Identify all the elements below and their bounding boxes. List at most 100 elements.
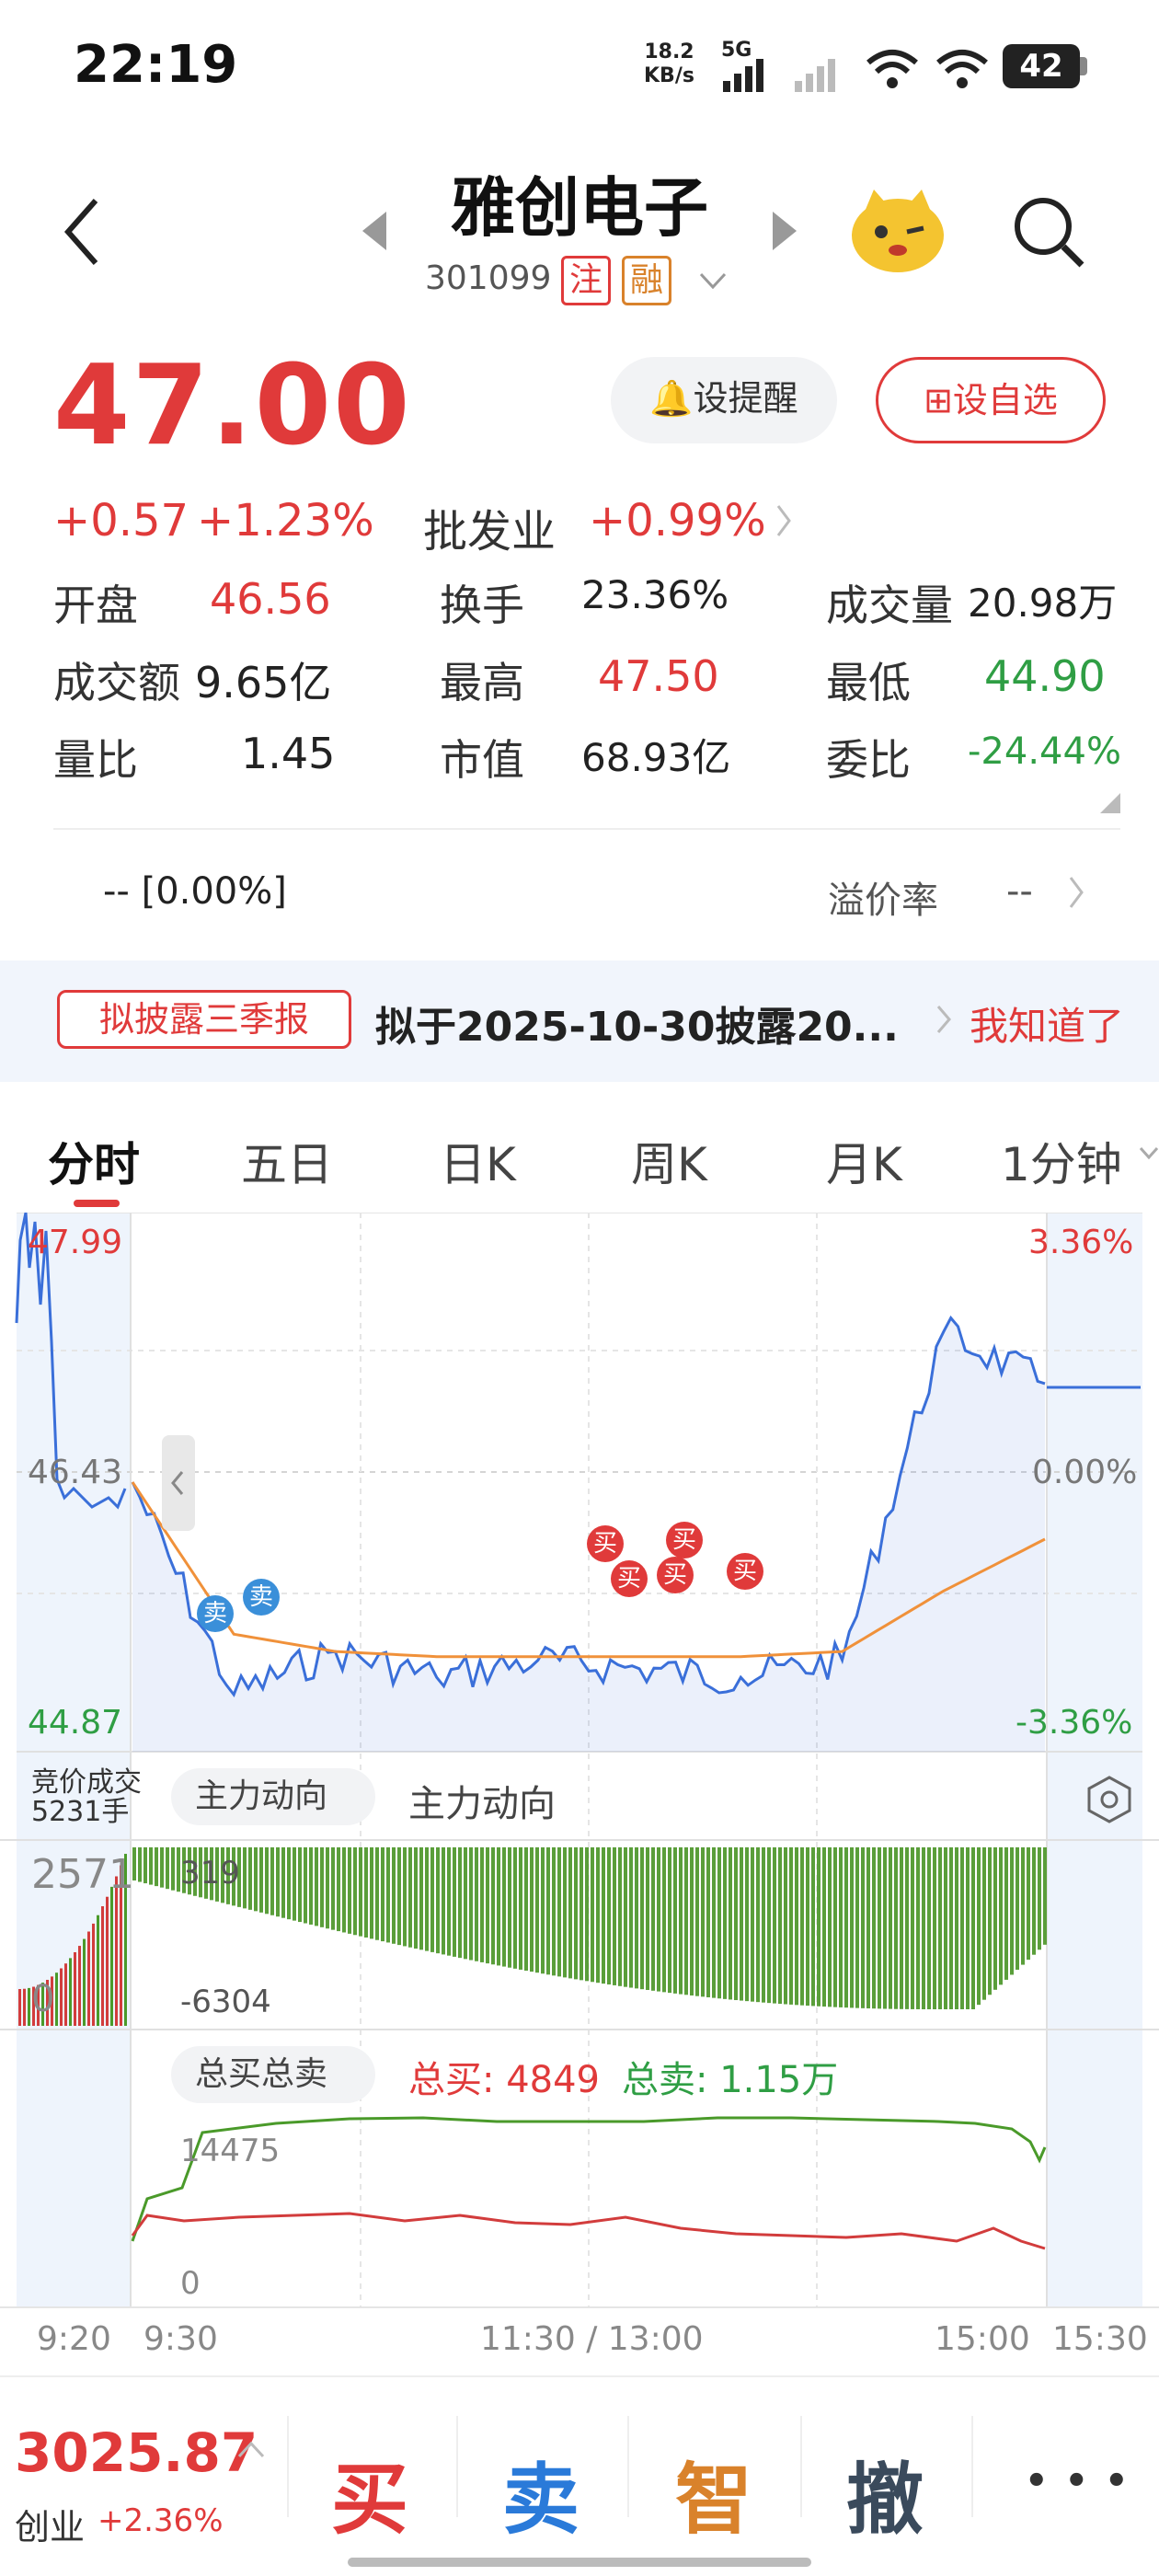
sector-name[interactable]: 批发业	[423, 495, 556, 559]
stat-label-market-cap: 市值	[440, 735, 524, 785]
main-force-bar	[684, 1847, 688, 1995]
auction-volume-bar	[69, 1958, 72, 2026]
main-force-bar	[574, 1847, 578, 1980]
chevron-up-icon[interactable]	[237, 2440, 265, 2458]
prev-stock-icon[interactable]	[361, 210, 388, 252]
sell-signal-marker[interactable]: 卖	[243, 1579, 280, 1616]
main-force-bar	[326, 1847, 329, 1929]
tab-dropdown-icon[interactable]	[1139, 1146, 1159, 1161]
main-force-bar	[679, 1847, 683, 1995]
tab-weekly-k[interactable]: 周K	[631, 1128, 707, 1194]
main-force-bar	[580, 1847, 583, 1981]
buy-signal-marker[interactable]: 买	[657, 1557, 694, 1593]
main-force-bar	[878, 1847, 881, 2009]
main-force-bar	[949, 1847, 953, 2009]
notice-dismiss-button[interactable]: 我知道了	[970, 995, 1124, 1052]
buy-signal-marker[interactable]: 买	[727, 1553, 763, 1590]
smart-button[interactable]: 智	[675, 2438, 752, 2549]
bottom-divider	[800, 2416, 802, 2517]
main-force-bar	[778, 1847, 782, 2005]
bottom-divider	[456, 2416, 458, 2517]
buysell-dropdown[interactable]: 总买总卖	[171, 2046, 375, 2103]
main-force-bar	[1004, 1847, 1008, 1980]
chevron-down-icon[interactable]	[699, 272, 727, 291]
stat-value-open: 46.56	[210, 574, 331, 624]
index-value[interactable]: 3025.87	[15, 2421, 258, 2484]
main-force-bar	[298, 1847, 302, 1923]
main-force-bar	[657, 1847, 660, 1992]
main-force-bar	[364, 1847, 368, 1938]
main-force-bar	[784, 1847, 787, 2005]
buy-signal-marker[interactable]: 买	[666, 1522, 703, 1558]
stock-code: 301099	[425, 259, 552, 297]
main-force-bar	[315, 1847, 318, 1926]
auction-volume-bar	[97, 1915, 99, 2026]
main-force-bar	[513, 1847, 517, 1969]
main-force-bar	[635, 1847, 638, 1989]
stat-value-amount: 9.65亿	[195, 658, 332, 707]
main-force-bar	[927, 1847, 931, 2009]
more-button[interactable]: • • •	[1025, 2460, 1130, 2502]
main-force-bar	[618, 1847, 622, 1986]
stat-value-turnover: 23.36%	[581, 572, 729, 617]
set-alert-button[interactable]: 🔔设提醒	[611, 357, 837, 443]
mainforce-dropdown[interactable]: 主力动向	[171, 1768, 375, 1825]
buysell-zero-label: 0	[180, 2265, 201, 2302]
main-force-bar	[524, 1847, 528, 1972]
tab-five-day[interactable]: 五日	[241, 1128, 333, 1194]
main-force-bar	[607, 1847, 611, 1985]
main-force-bar	[762, 1847, 765, 2003]
sector-pct[interactable]: +0.99%	[589, 495, 766, 546]
tab-daily-k[interactable]: 日K	[440, 1128, 516, 1194]
main-force-bar	[855, 1847, 859, 2008]
main-force-bar	[729, 1847, 732, 2000]
main-force-bar	[723, 1847, 727, 1999]
main-force-bar	[160, 1847, 164, 1888]
tab-active-indicator	[74, 1200, 120, 1207]
set-alert-label: 设提醒	[693, 378, 798, 419]
buy-button[interactable]: 买	[331, 2438, 408, 2549]
search-icon[interactable]	[1012, 195, 1085, 269]
time-label: 15:30	[1052, 2320, 1148, 2358]
main-force-bar	[348, 1847, 351, 1934]
stat-label-volume-ratio: 量比	[53, 735, 138, 785]
main-force-bar	[502, 1847, 506, 1967]
main-force-bar	[1038, 1847, 1041, 1950]
notice-text[interactable]: 拟于2025-10-30披露20...	[375, 994, 899, 1052]
stats-divider	[53, 828, 1120, 830]
buy-signal-marker[interactable]: 买	[611, 1560, 648, 1597]
main-force-bar	[789, 1847, 793, 2005]
settings-hexagon-icon[interactable]	[1085, 1776, 1133, 1823]
wifi-icon	[866, 50, 918, 88]
mascot-icon[interactable]	[846, 184, 949, 276]
tab-intraday[interactable]: 分时	[48, 1128, 140, 1194]
main-force-bar	[491, 1847, 495, 1965]
auction-volume-bar	[83, 1938, 86, 2026]
buysell-max-label: 14475	[180, 2133, 281, 2169]
back-icon[interactable]	[59, 195, 105, 269]
main-force-bar	[397, 1847, 401, 1946]
main-force-bar	[640, 1847, 644, 1990]
main-force-bar	[408, 1847, 412, 1948]
main-force-bar	[966, 1847, 970, 2009]
buy-signal-marker[interactable]: 买	[587, 1525, 624, 1562]
main-force-bar	[624, 1847, 627, 1987]
stat-value-bid-ratio: -24.44%	[968, 730, 1121, 773]
premium-chevron-icon[interactable]	[1067, 874, 1085, 911]
cancel-order-button[interactable]: 撤	[846, 2438, 924, 2549]
tab-one-minute[interactable]: 1分钟	[1001, 1128, 1122, 1194]
expand-corner-icon[interactable]	[1100, 793, 1120, 813]
next-stock-icon[interactable]	[771, 210, 798, 252]
chevron-right-icon[interactable]	[775, 502, 793, 539]
collapse-panel-handle[interactable]	[162, 1435, 195, 1531]
main-force-bar	[944, 1847, 947, 2009]
tab-monthly-k[interactable]: 月K	[826, 1128, 902, 1194]
intraday-chart[interactable]	[0, 1213, 1159, 2309]
main-force-bar	[817, 1847, 820, 2007]
sell-signal-marker[interactable]: 卖	[197, 1595, 234, 1632]
add-watchlist-button[interactable]: ⊞设自选	[876, 357, 1106, 443]
sell-button[interactable]: 卖	[502, 2438, 580, 2549]
auction-volume-bar	[101, 1906, 104, 2026]
total-sell-label: 总卖: 1.15万	[622, 2059, 839, 2101]
main-force-bar	[171, 1847, 175, 1891]
